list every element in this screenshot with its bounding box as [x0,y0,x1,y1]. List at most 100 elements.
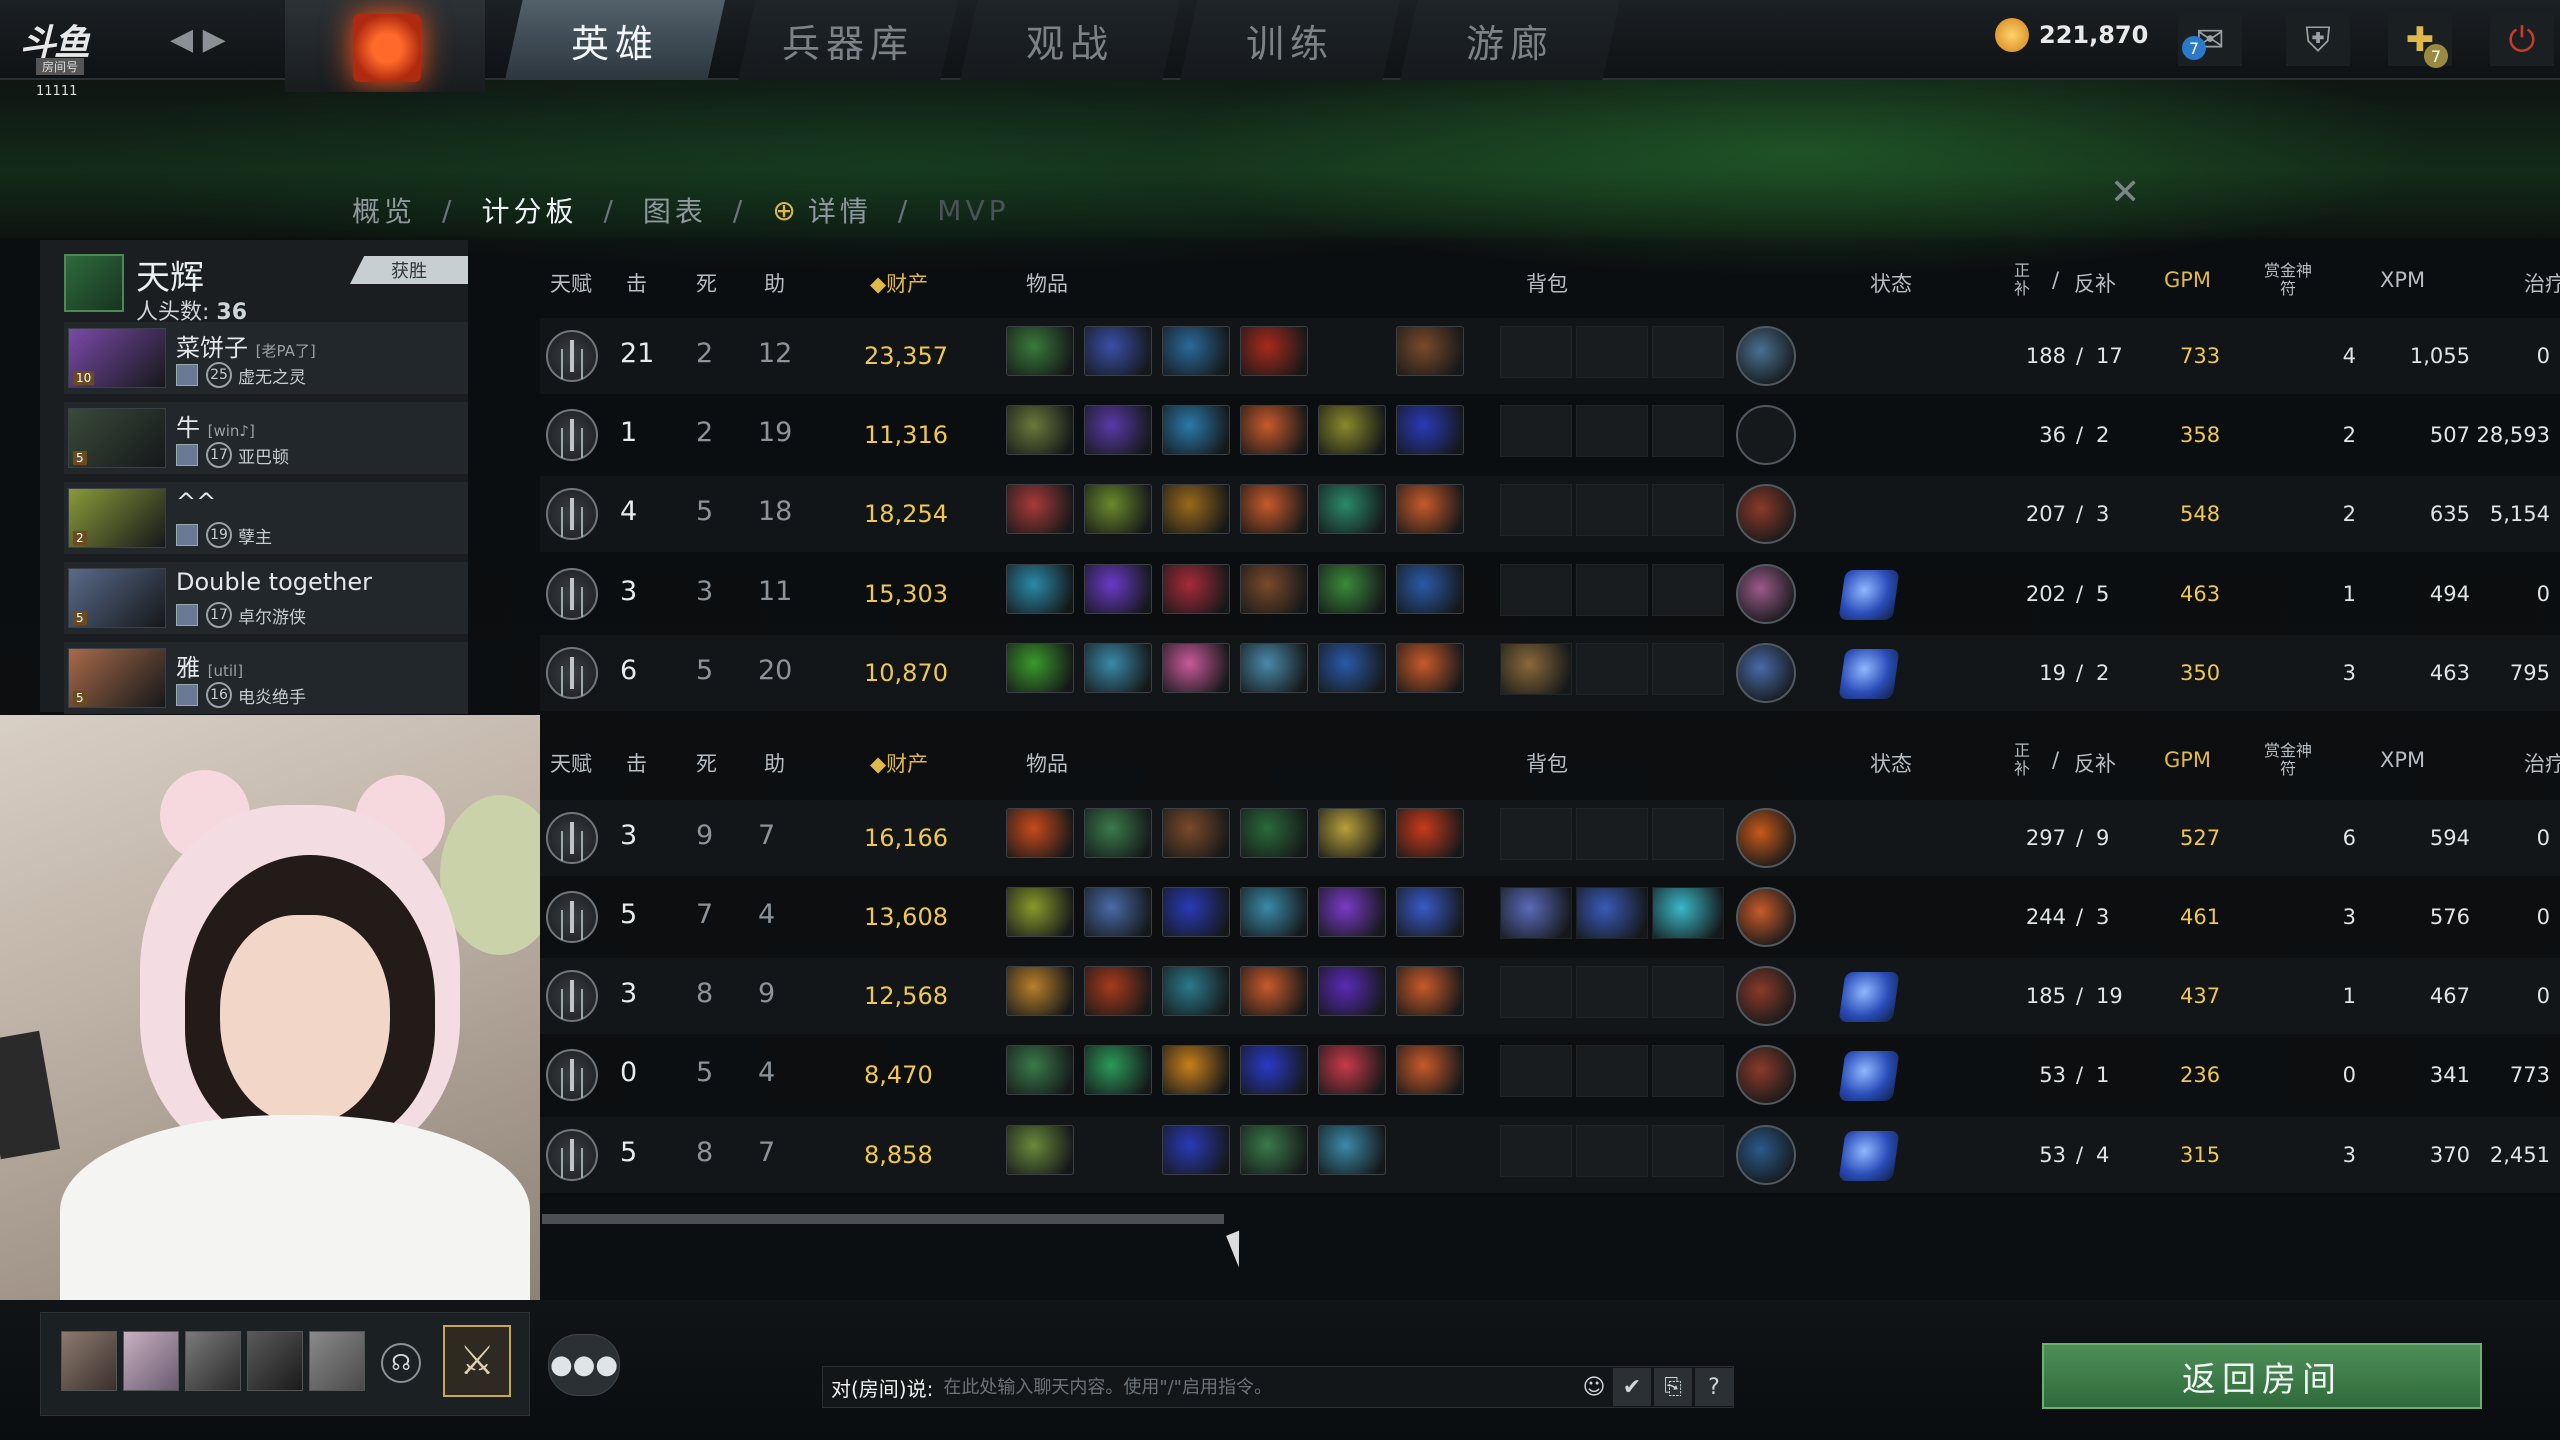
inventory-item[interactable] [1162,484,1230,534]
backpack-slot[interactable] [1652,405,1724,457]
talent-tree-icon[interactable] [546,812,598,864]
inventory-item[interactable] [1084,405,1152,455]
inventory-item[interactable] [1162,808,1230,858]
inventory-item[interactable] [1396,405,1464,455]
backpack-slot[interactable] [1652,887,1724,939]
header-status[interactable]: 状态 [1870,748,1912,778]
send-check-icon[interactable]: ✔ [1613,1368,1651,1406]
header-networth[interactable]: ◆财产 [870,748,928,778]
talent-tree-icon[interactable] [546,488,598,540]
backpack-slot[interactable] [1500,643,1572,695]
header-heal[interactable]: 治疗 [2524,268,2560,298]
nav-arrows[interactable]: ◀ ▶ [170,22,226,57]
tab-watch[interactable]: 观战 [960,0,1180,80]
inventory-item[interactable] [1006,1045,1074,1095]
horizontal-scrollbar[interactable] [542,1214,1224,1224]
friend-avatar[interactable] [309,1331,365,1391]
player-card[interactable]: 10 菜饼子 [老PA了] 25 虚无之灵 [64,322,468,394]
player-card[interactable]: 5 Double together 17 卓尔游侠 [64,562,468,634]
tab-heroes[interactable]: 英雄 [505,0,725,80]
inventory-item[interactable] [1318,808,1386,858]
backpack-slot[interactable] [1500,1045,1572,1097]
subnav-scoreboard[interactable]: 计分板 [481,190,577,230]
inventory-item[interactable] [1396,326,1464,376]
inventory-item[interactable] [1240,484,1308,534]
inventory-item[interactable] [1240,966,1308,1016]
header-gpm[interactable]: GPM [2164,748,2211,772]
inventory-item[interactable] [1084,966,1152,1016]
inventory-item[interactable] [1162,564,1230,614]
friend-avatar[interactable] [61,1331,117,1391]
inventory-item[interactable] [1084,643,1152,693]
friend-avatar[interactable] [247,1331,303,1391]
backpack-slot[interactable] [1576,1045,1648,1097]
header-deaths[interactable]: 死 [696,748,717,778]
party-leader-portrait[interactable]: ⚔ [443,1325,511,1397]
player-stat-row[interactable]: 1 2 19 11,316 36 / 2 358 2 507 28,593 [540,397,2560,473]
backpack-slot[interactable] [1652,1125,1724,1177]
header-heal[interactable]: 治疗 [2524,748,2560,778]
header-gpm[interactable]: GPM [2164,268,2211,292]
inventory-item[interactable] [1240,1045,1308,1095]
header-talent[interactable]: 天赋 [550,268,592,298]
inventory-item[interactable] [1240,564,1308,614]
inventory-item[interactable] [1084,1045,1152,1095]
inventory-item[interactable] [1240,405,1308,455]
inventory-item[interactable] [1006,405,1074,455]
backpack-slot[interactable] [1576,966,1648,1018]
plus-button[interactable]: ✚ 7 [2388,14,2452,68]
talent-tree-icon[interactable] [546,891,598,943]
header-status[interactable]: 状态 [1870,268,1912,298]
friend-avatar[interactable] [123,1331,179,1391]
inventory-item[interactable] [1084,808,1152,858]
inventory-item[interactable] [1318,1125,1386,1175]
player-stat-row[interactable]: 5 8 7 8,858 53 / 4 315 3 370 2,451 [540,1117,2560,1193]
backpack-slot[interactable] [1652,966,1724,1018]
emoji-icon[interactable]: ☺ [1578,1368,1610,1406]
inventory-item[interactable] [1006,1125,1074,1175]
backpack-slot[interactable] [1652,326,1724,378]
backpack-slot[interactable] [1500,887,1572,939]
player-card[interactable]: 2 ^^ 19 孽主 [64,482,468,554]
player-stat-row[interactable]: 21 2 12 23,357 188 / 17 733 4 1,055 0 [540,318,2560,394]
backpack-slot[interactable] [1576,808,1648,860]
inventory-item[interactable] [1318,887,1386,937]
header-lasthits[interactable]: 正 补 [2014,742,2030,778]
talent-tree-icon[interactable] [546,409,598,461]
inventory-item[interactable] [1162,326,1230,376]
chat-wheel-icon[interactable]: ⎘ [1654,1368,1692,1406]
inventory-item[interactable] [1162,966,1230,1016]
inventory-item[interactable] [1006,564,1074,614]
friend-avatar[interactable] [185,1331,241,1391]
headset-icon[interactable]: ☊ [381,1343,421,1383]
inventory-item[interactable] [1396,1045,1464,1095]
player-stat-row[interactable]: 3 8 9 12,568 185 / 19 437 1 467 0 [540,958,2560,1034]
close-icon[interactable]: ✕ [2110,172,2140,213]
backpack-slot[interactable] [1652,808,1724,860]
inventory-item[interactable] [1396,966,1464,1016]
party-members-button[interactable]: ●●● [548,1334,620,1396]
inventory-item[interactable] [1162,887,1230,937]
backpack-slot[interactable] [1500,966,1572,1018]
inventory-item[interactable] [1162,405,1230,455]
talent-tree-icon[interactable] [546,1049,598,1101]
inventory-item[interactable] [1318,405,1386,455]
player-card[interactable]: 5 雅 [util] 16 电炎绝手 [64,642,468,714]
inventory-item[interactable] [1006,326,1074,376]
inventory-item[interactable] [1396,643,1464,693]
return-to-lobby-button[interactable]: 返回房间 [2042,1343,2482,1409]
inventory-item[interactable] [1162,1125,1230,1175]
power-button[interactable]: ⏻ [2490,14,2554,66]
backpack-slot[interactable] [1652,484,1724,536]
inventory-item[interactable] [1240,887,1308,937]
neutral-item-slot[interactable] [1736,1125,1796,1185]
inventory-item[interactable] [1396,484,1464,534]
talent-tree-icon[interactable] [546,568,598,620]
player-stat-row[interactable]: 4 5 18 18,254 207 / 3 548 2 635 5,154 [540,476,2560,552]
header-xpm[interactable]: XPM [2380,748,2425,772]
inventory-item[interactable] [1240,808,1308,858]
backpack-slot[interactable] [1500,808,1572,860]
backpack-slot[interactable] [1500,484,1572,536]
header-backpack[interactable]: 背包 [1526,748,1568,778]
player-stat-row[interactable]: 5 7 4 13,608 244 / 3 461 3 576 0 [540,879,2560,955]
